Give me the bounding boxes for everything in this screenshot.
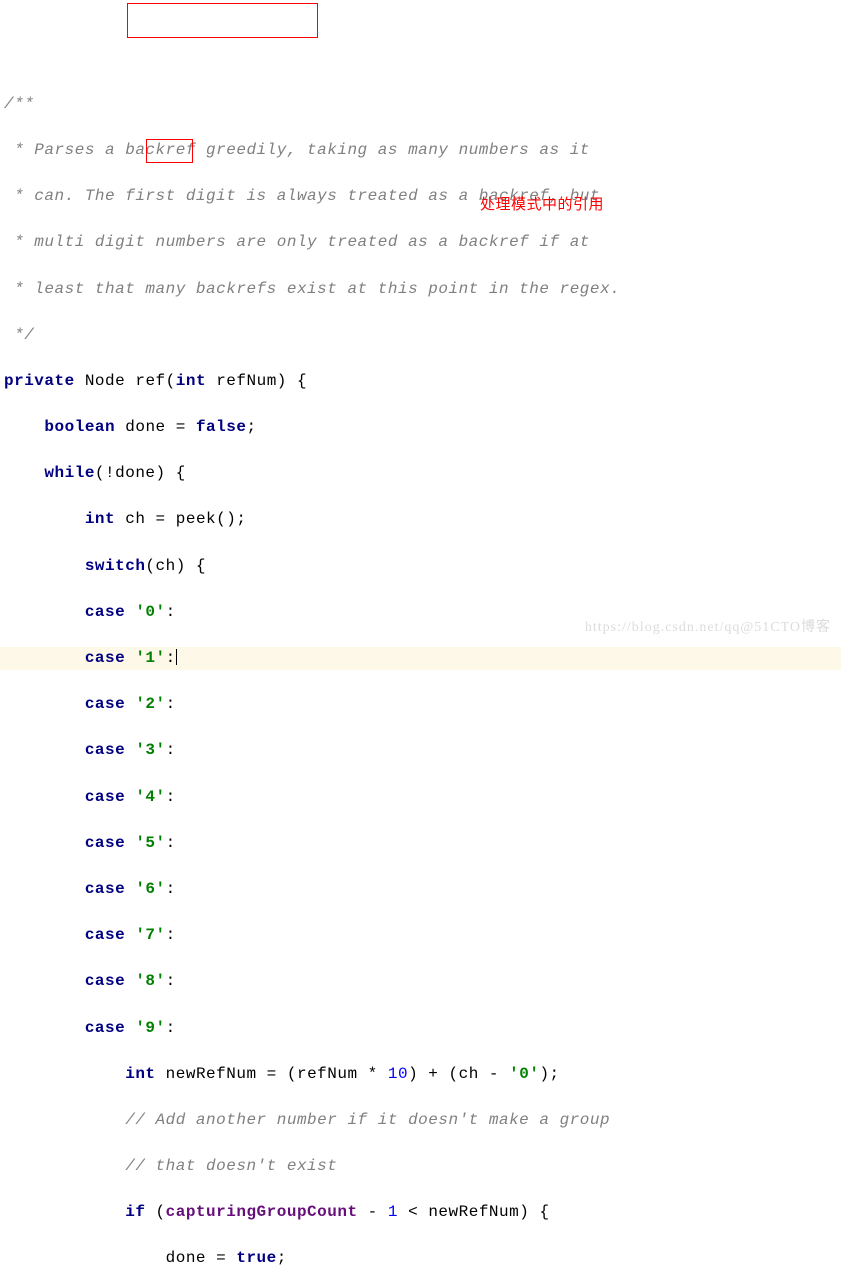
keyword-if: if xyxy=(125,1203,145,1221)
var-ch: ch xyxy=(459,1065,479,1083)
while-cond: (!done) { xyxy=(95,464,186,482)
literal-true: true xyxy=(236,1249,276,1267)
literal-false: false xyxy=(196,418,247,436)
keyword-switch: switch xyxy=(85,557,146,575)
keyword-case: case xyxy=(85,603,125,621)
code-line[interactable]: case '6': xyxy=(0,878,841,901)
var-done: done xyxy=(125,418,165,436)
keyword-case: case xyxy=(85,972,125,990)
red-box-backref xyxy=(127,3,318,38)
sig-end: ) { xyxy=(277,372,307,390)
method-name: ref xyxy=(135,372,165,390)
code-line[interactable]: case '7': xyxy=(0,924,841,947)
comment-line: * multi digit numbers are only treated a… xyxy=(0,231,841,254)
comment-text: /** xyxy=(4,95,34,113)
char-8: '8' xyxy=(135,972,165,990)
char-3: '3' xyxy=(135,741,165,759)
comment-line: // Add another number if it doesn't make… xyxy=(0,1109,841,1132)
char-1: '1' xyxy=(135,649,165,667)
comment-line: */ xyxy=(0,324,841,347)
code-line[interactable]: done = true; xyxy=(0,1247,841,1270)
comment-text: * Parses a backref greedily, taking as m… xyxy=(4,141,590,159)
var-newrefnum2: newRefNum xyxy=(428,1203,519,1221)
comment-line: * least that many backrefs exist at this… xyxy=(0,278,841,301)
char-9: '9' xyxy=(135,1019,165,1037)
text-caret xyxy=(176,649,177,665)
keyword-case: case xyxy=(85,880,125,898)
param-refnum: refNum xyxy=(216,372,277,390)
switch-expr: (ch) { xyxy=(145,557,206,575)
comment-text: */ xyxy=(4,326,34,344)
keyword-case: case xyxy=(85,1019,125,1037)
keyword-private: private xyxy=(4,372,75,390)
code-line[interactable]: case '4': xyxy=(0,786,841,809)
char-5: '5' xyxy=(135,834,165,852)
code-line[interactable]: boolean done = false; xyxy=(0,416,841,439)
char-2: '2' xyxy=(135,695,165,713)
code-line[interactable]: case '2': xyxy=(0,693,841,716)
comment-line: * Parses a backref greedily, taking as m… xyxy=(0,139,841,162)
op-lt: < xyxy=(408,1203,418,1221)
keyword-while: while xyxy=(44,464,95,482)
keyword-int: int xyxy=(125,1065,155,1083)
keyword-case: case xyxy=(85,741,125,759)
watermark-text: https://blog.csdn.net/qq@51CTO博客 xyxy=(585,618,831,638)
comment-line: * can. The first digit is always treated… xyxy=(0,185,841,208)
comment-inner: // that doesn't exist xyxy=(125,1157,337,1175)
code-line[interactable]: case '9': xyxy=(0,1017,841,1040)
keyword-case: case xyxy=(85,788,125,806)
call-peek: peek xyxy=(176,510,216,528)
keyword-boolean: boolean xyxy=(44,418,115,436)
var-refnum: refNum xyxy=(297,1065,358,1083)
num-1: 1 xyxy=(388,1203,398,1221)
type-node: Node xyxy=(85,372,125,390)
comment-text: * least that many backrefs exist at this… xyxy=(4,280,620,298)
keyword-case: case xyxy=(85,649,125,667)
char-4: '4' xyxy=(135,788,165,806)
code-line-highlighted[interactable]: case '1': xyxy=(0,647,841,670)
comment-inner: // Add another number if it doesn't make… xyxy=(125,1111,610,1129)
num-10: 10 xyxy=(388,1065,408,1083)
code-line[interactable]: case '5': xyxy=(0,832,841,855)
char-0: '0' xyxy=(135,603,165,621)
var-newrefnum: newRefNum xyxy=(166,1065,257,1083)
keyword-int: int xyxy=(85,510,115,528)
code-line[interactable]: case '8': xyxy=(0,970,841,993)
var-done: done xyxy=(166,1249,206,1267)
comment-text: * multi digit numbers are only treated a… xyxy=(4,233,590,251)
comment-line: /** xyxy=(0,93,841,116)
char-zero: '0' xyxy=(509,1065,539,1083)
code-line[interactable]: while(!done) { xyxy=(0,462,841,485)
code-line[interactable]: if (capturingGroupCount - 1 < newRefNum)… xyxy=(0,1201,841,1224)
field-capturinggroupcount: capturingGroupCount xyxy=(166,1203,358,1221)
char-7: '7' xyxy=(135,926,165,944)
keyword-case: case xyxy=(85,834,125,852)
code-line[interactable]: case '3': xyxy=(0,739,841,762)
method-signature[interactable]: private Node ref(int refNum) { xyxy=(0,370,841,393)
annotation-chinese: 处理模式中的引用 xyxy=(480,195,604,217)
code-line[interactable]: switch(ch) { xyxy=(0,555,841,578)
code-line[interactable]: int newRefNum = (refNum * 10) + (ch - '0… xyxy=(0,1063,841,1086)
keyword-case: case xyxy=(85,926,125,944)
keyword-case: case xyxy=(85,695,125,713)
char-6: '6' xyxy=(135,880,165,898)
var-ch: ch xyxy=(125,510,145,528)
keyword-int: int xyxy=(176,372,206,390)
comment-line: // that doesn't exist xyxy=(0,1155,841,1178)
code-line[interactable]: int ch = peek(); xyxy=(0,508,841,531)
